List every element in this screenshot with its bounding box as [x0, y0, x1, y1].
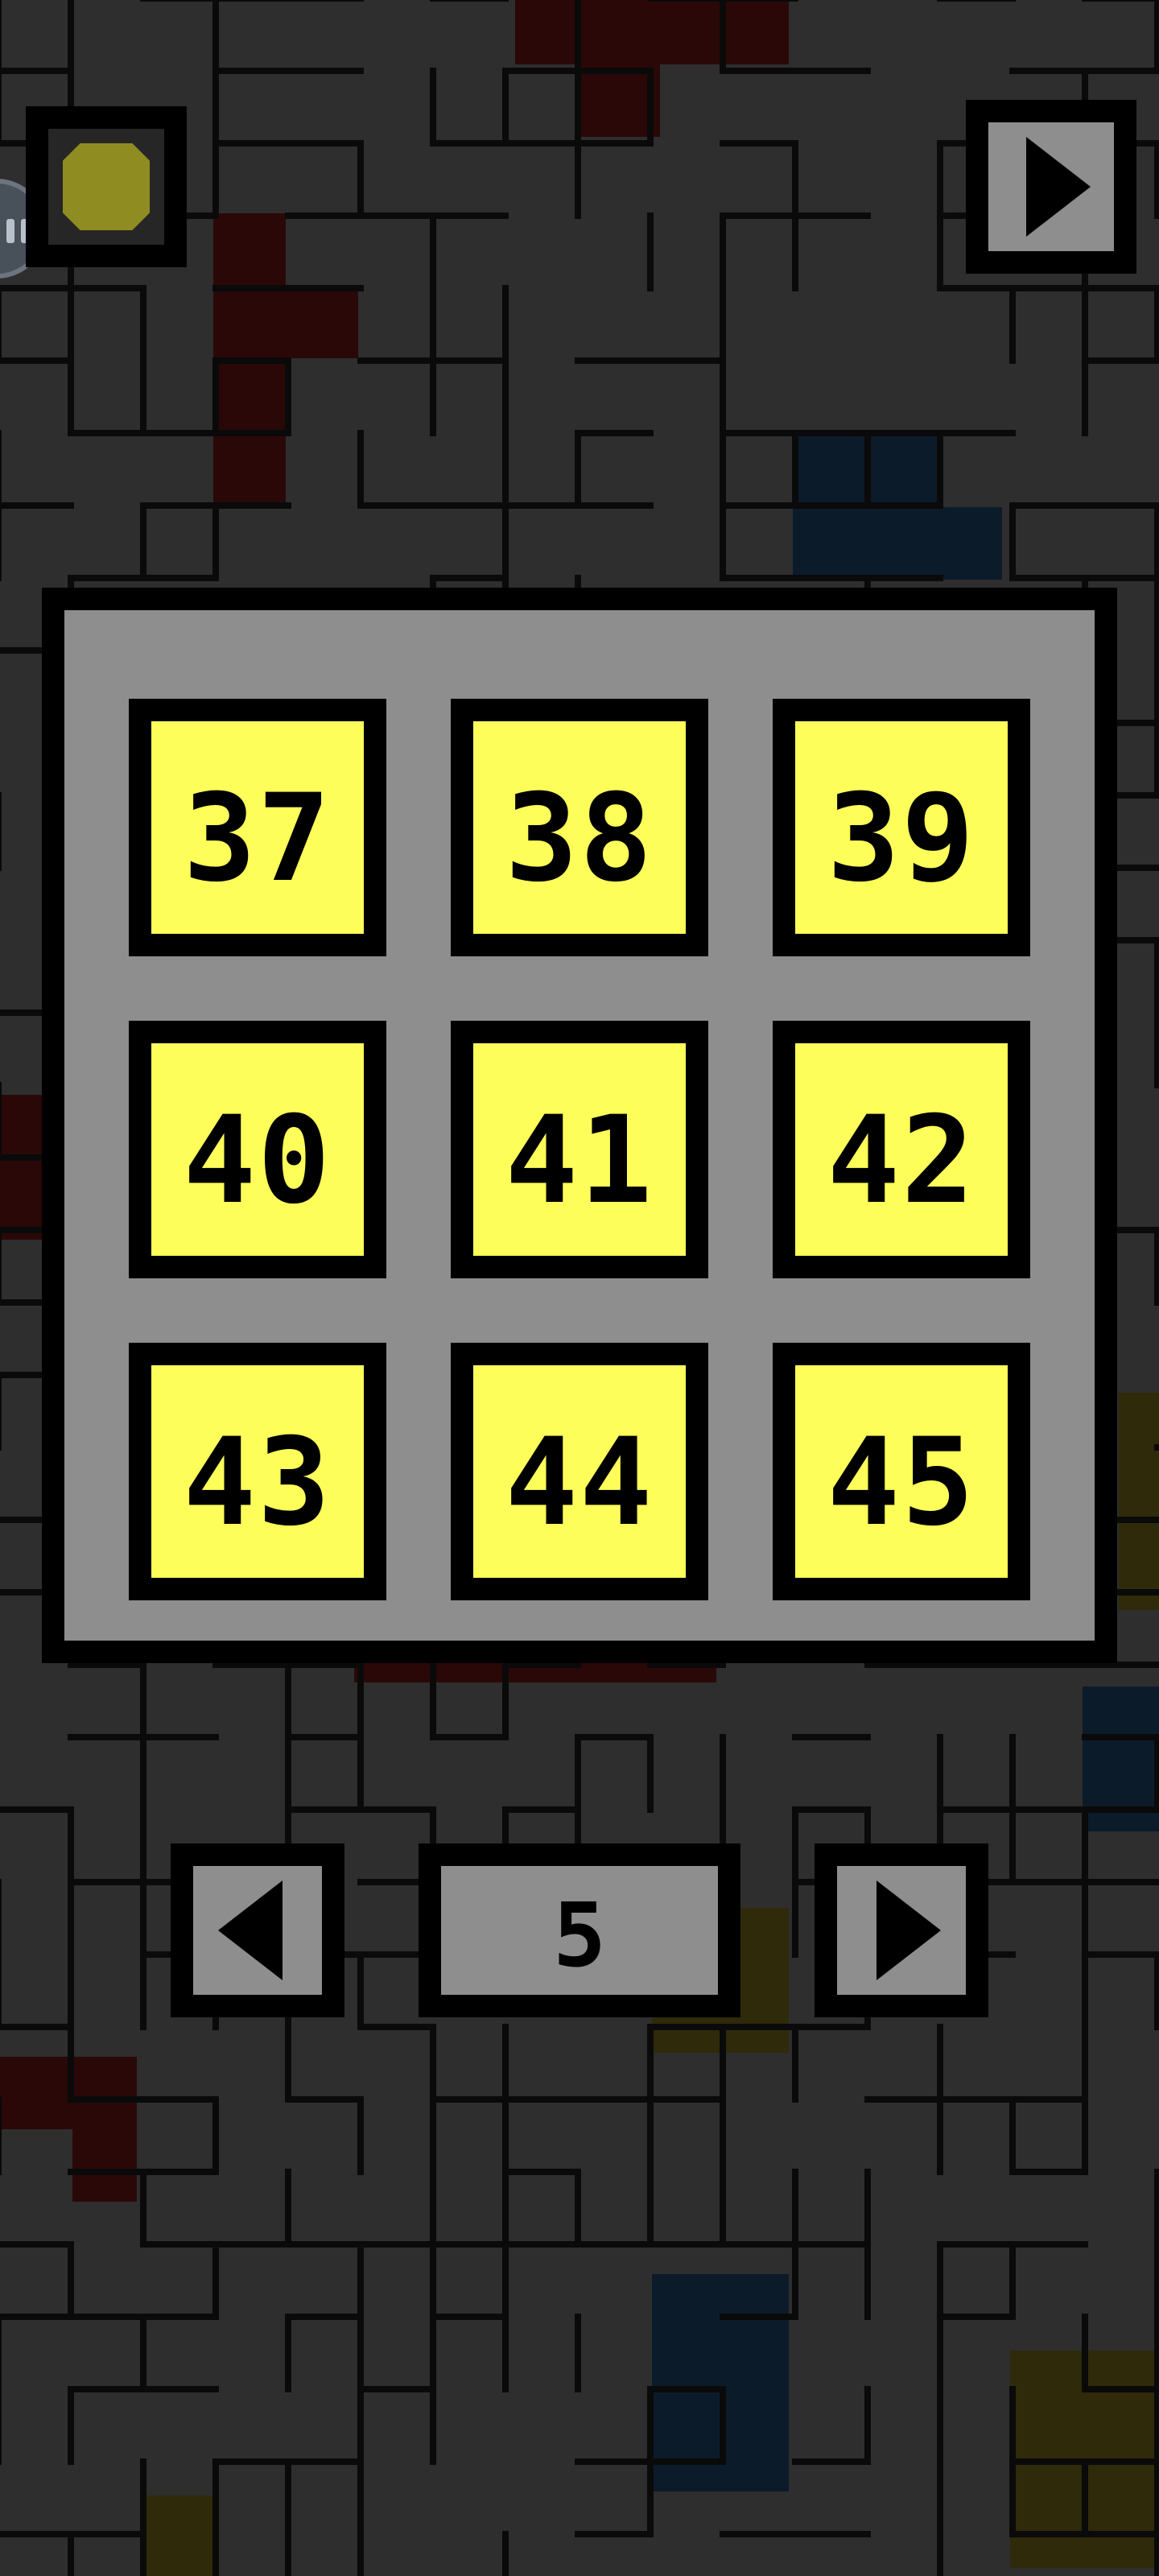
level-button[interactable]: 37 [129, 699, 386, 956]
arrow-right-icon [876, 1880, 941, 1980]
level-number: 40 [183, 1091, 332, 1231]
level-select-panel: 37 38 39 40 41 42 43 44 45 [42, 588, 1117, 1663]
level-number: 38 [505, 769, 654, 909]
level-number: 37 [183, 769, 332, 909]
level-button[interactable]: 45 [773, 1343, 1030, 1600]
level-button[interactable]: 42 [773, 1021, 1030, 1278]
level-number: 44 [505, 1413, 654, 1553]
coin-icon [63, 143, 150, 230]
level-number: 39 [827, 769, 976, 909]
level-number: 41 [505, 1091, 654, 1231]
level-button[interactable]: 39 [773, 699, 1030, 956]
play-button[interactable] [966, 100, 1136, 274]
level-button[interactable]: 44 [451, 1343, 708, 1600]
level-number: 42 [827, 1091, 976, 1231]
level-button[interactable]: 38 [451, 699, 708, 956]
level-button[interactable]: 41 [451, 1021, 708, 1278]
play-icon [1026, 137, 1091, 237]
next-page-button[interactable] [815, 1843, 988, 2017]
page-number: 5 [552, 1884, 607, 1987]
level-button[interactable]: 43 [129, 1343, 386, 1600]
level-button[interactable]: 40 [129, 1021, 386, 1278]
level-number: 45 [827, 1413, 976, 1553]
previous-page-button[interactable] [171, 1843, 344, 2017]
page-indicator: 5 [419, 1843, 740, 2017]
arrow-left-icon [218, 1880, 283, 1980]
coin-button[interactable] [26, 106, 187, 267]
level-number: 43 [183, 1413, 332, 1553]
